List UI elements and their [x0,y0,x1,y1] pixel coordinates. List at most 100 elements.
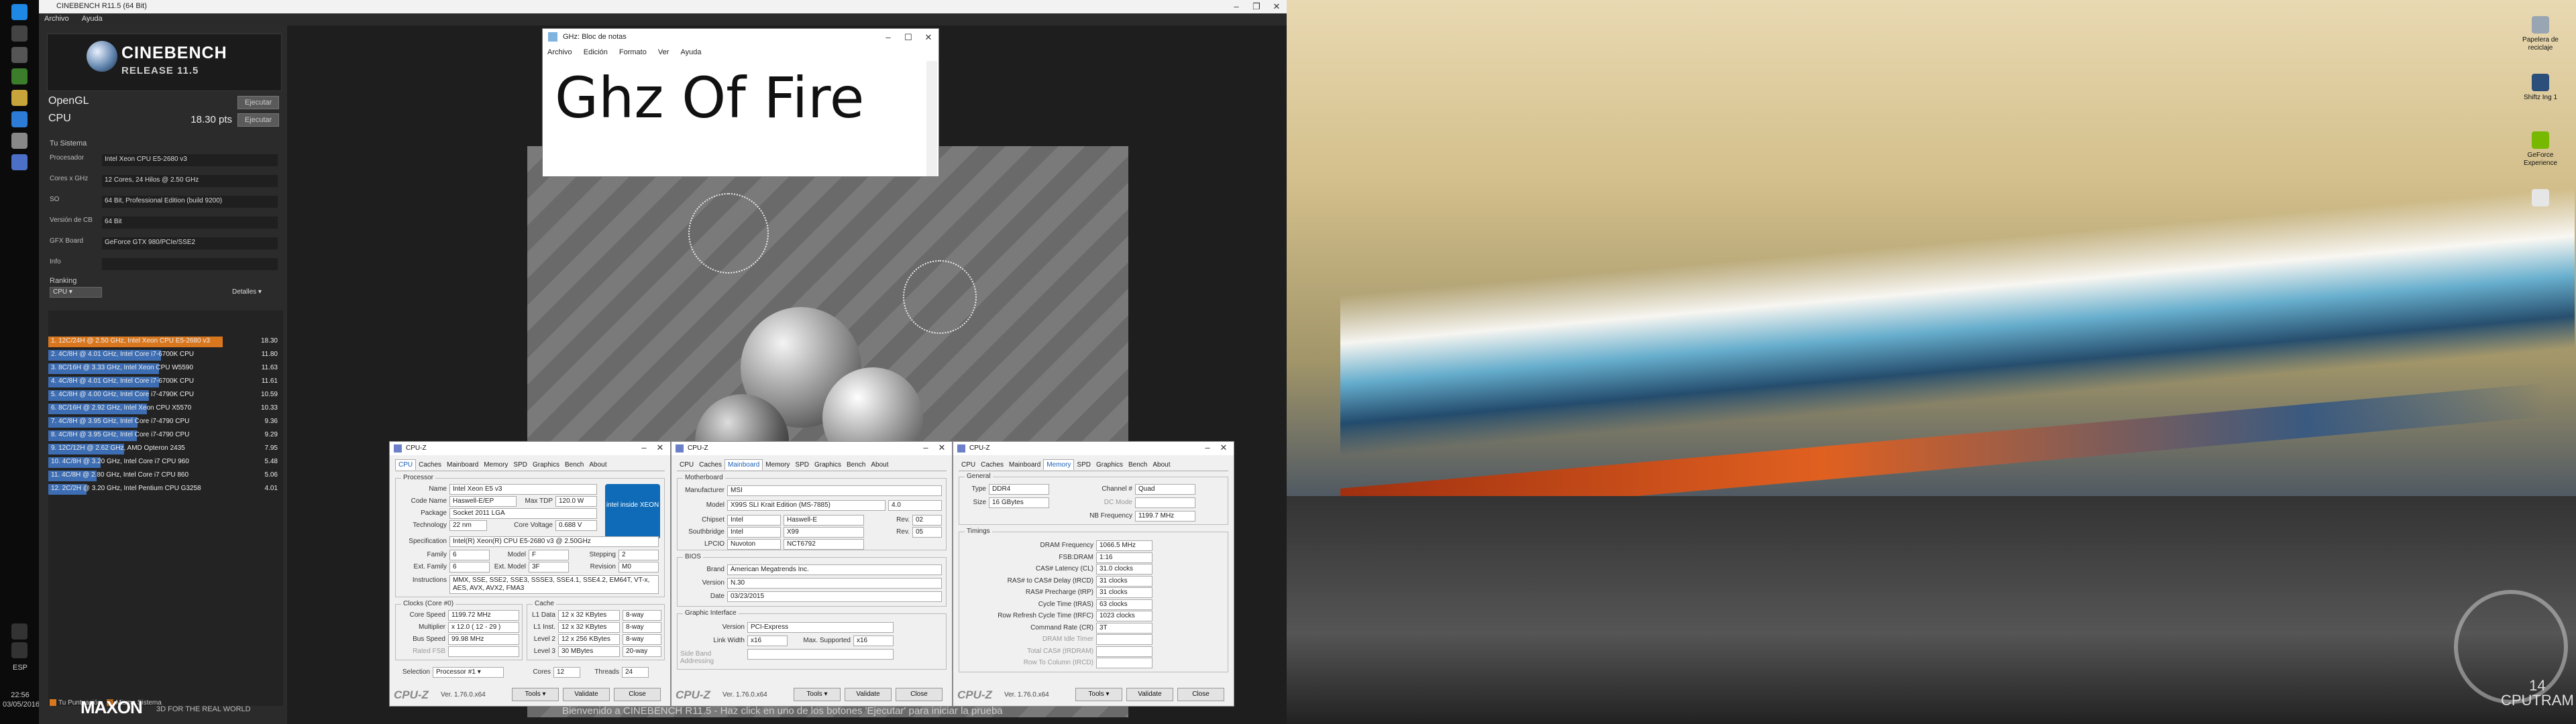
tab-spd[interactable]: SPD [792,460,812,470]
tab-memory[interactable]: Memory [481,460,511,470]
validate-button[interactable]: Validate [845,688,892,701]
ranking-entry[interactable]: 5. 4C/8H @ 4.00 GHz, Intel Core i7-4790K… [48,389,283,402]
tab-bench[interactable]: Bench [562,460,586,470]
menu-edicion[interactable]: Edición [579,46,612,58]
ranking-filter-select[interactable]: CPU ▾ [50,287,102,298]
close-cpuz-button[interactable]: Close [1177,688,1224,701]
ranking-entry[interactable]: 11. 4C/8H @ 2.80 GHz, Intel Core i7 CPU … [48,470,283,482]
notepad-text[interactable]: Ghz Of Fire [555,65,864,131]
app-icon[interactable] [11,68,28,84]
southbridge-model-value: X99 [784,527,864,538]
motherboard-group: Motherboard Manufacturer MSI Model X99S … [677,474,947,550]
search-icon[interactable] [11,25,28,42]
field-label: Stepping [589,551,616,558]
timing-value: 31 clocks [1096,575,1152,587]
tab-graphics[interactable]: Graphics [530,460,562,470]
tab-cpu[interactable]: CPU [959,460,978,470]
close-button[interactable]: ✕ [650,442,670,454]
close-button[interactable]: ✕ [932,442,952,454]
tab-caches[interactable]: Caches [696,460,724,470]
cpuz-icon[interactable] [11,154,28,170]
validate-button[interactable]: Validate [563,688,610,701]
tab-graphics[interactable]: Graphics [1093,460,1126,470]
menu-ver[interactable]: Ver [653,46,674,58]
menu-ayuda[interactable]: Ayuda [76,13,108,24]
ranking-entry[interactable]: 10. 4C/8H @ 3.20 GHz, Intel Core i7 CPU … [48,457,283,469]
ranking-entry[interactable]: 12. 2C/2H @ 3.20 GHz, Intel Pentium CPU … [48,483,283,495]
notepad-icon[interactable] [11,133,28,149]
ranking-entry[interactable]: 8. 4C/8H @ 3.95 GHz, Intel Core i7-4790 … [48,430,283,442]
tab-mainboard[interactable]: Mainboard [1006,460,1043,470]
close-button[interactable]: ✕ [1214,442,1234,454]
tab-mainboard[interactable]: Mainboard [724,459,763,470]
tab-about[interactable]: About [1150,460,1173,470]
tab-about[interactable]: About [868,460,891,470]
tab-about[interactable]: About [586,460,609,470]
tab-bench[interactable]: Bench [1126,460,1150,470]
ranking-entry[interactable]: 3. 8C/16H @ 3.33 GHz, Intel Xeon CPU W55… [48,363,283,375]
tab-caches[interactable]: Caches [416,460,444,470]
field-label: Rated FSB [413,648,445,655]
tab-memory[interactable]: Memory [763,460,792,470]
language-indicator[interactable]: ESP [7,664,34,672]
tab-cpu[interactable]: CPU [677,460,696,470]
level2-value: 12 x 256 KBytes [558,634,620,645]
ranking-entry[interactable]: 4. 4C/8H @ 4.01 GHz, Intel Core i7-6700K… [48,376,283,388]
tab-graphics[interactable]: Graphics [812,460,844,470]
task-view-icon[interactable] [11,47,28,63]
details-toggle[interactable]: Detalles ▾ [232,288,262,296]
general-group: General Type DDR4 Channel # Quad Size 16… [959,473,1228,525]
tab-bench[interactable]: Bench [844,460,868,470]
field-label: Model [706,501,724,509]
menu-ayuda[interactable]: Ayuda [676,46,706,58]
ranking-entry[interactable]: 9. 12C/12H @ 2.62 GHz, AMD Opteron 2435 7… [48,443,283,455]
minimize-button[interactable]: – [878,31,898,44]
model-rev-value: 4.0 [888,500,942,511]
browser-icon[interactable] [11,111,28,127]
system-row: Info [50,258,284,270]
tab-cpu[interactable]: CPU [395,459,417,470]
ranking-entry[interactable]: 6. 8C/16H @ 2.92 GHz, Intel Xeon CPU X55… [48,403,283,415]
tab-mainboard[interactable]: Mainboard [444,460,481,470]
desktop-icon[interactable]: GeForce Experience [2517,131,2564,168]
folder-icon[interactable] [11,90,28,106]
close-button[interactable]: ✕ [1267,0,1287,13]
close-button[interactable]: ✕ [918,31,938,44]
tools-button[interactable]: Tools ▾ [1075,688,1122,701]
menu-formato[interactable]: Formato [614,46,651,58]
validate-button[interactable]: Validate [1126,688,1173,701]
vertical-scrollbar[interactable] [926,61,937,176]
memory-size-value: 16 GBytes [989,497,1049,508]
close-cpuz-button[interactable]: Close [896,688,943,701]
clock[interactable]: 22:56 03/05/2016 [3,690,40,709]
ranking-entry[interactable]: 2. 4C/8H @ 4.01 GHz, Intel Core i7-6700K… [48,349,283,361]
start-icon[interactable] [11,4,28,20]
speaker-icon[interactable] [11,642,28,658]
menu-archivo[interactable]: Archivo [543,46,577,58]
desktop-icon-label: Shiftz Ing 1 [2523,94,2558,101]
logo-release: RELEASE 11.5 [121,65,199,76]
ranking-entry[interactable]: 1. 12C/24H @ 2.50 GHz, Intel Xeon CPU E5… [48,336,283,348]
tab-caches[interactable]: Caches [978,460,1006,470]
ranking-entry[interactable]: 7. 4C/8H @ 3.95 GHz, Intel Core i7-4790 … [48,416,283,428]
restore-button[interactable]: ❐ [1246,0,1267,13]
field-label: Revision [590,563,616,570]
tools-button[interactable]: Tools ▾ [512,688,559,701]
tab-spd[interactable]: SPD [511,460,530,470]
opengl-run-button[interactable]: Ejecutar [237,96,279,109]
tab-spd[interactable]: SPD [1074,460,1093,470]
desktop-icon[interactable] [2517,189,2564,209]
minimize-button[interactable]: – [1226,0,1246,13]
maximize-button[interactable]: ☐ [898,31,918,44]
selection-select[interactable]: Processor #1 ▾ [433,667,504,678]
system-value [102,258,278,270]
timing-value: 31.0 clocks [1096,564,1152,575]
close-cpuz-button[interactable]: Close [614,688,661,701]
desktop-icon[interactable]: Shiftz Ing 1 [2517,74,2564,102]
chevron-up-icon[interactable] [11,623,28,640]
tab-memory[interactable]: Memory [1043,459,1075,470]
desktop-icon[interactable]: Papelera de reciclaje [2517,16,2564,52]
tools-button[interactable]: Tools ▾ [794,688,841,701]
cpu-run-button[interactable]: Ejecutar [237,113,279,127]
menu-archivo[interactable]: Archivo [39,13,74,24]
